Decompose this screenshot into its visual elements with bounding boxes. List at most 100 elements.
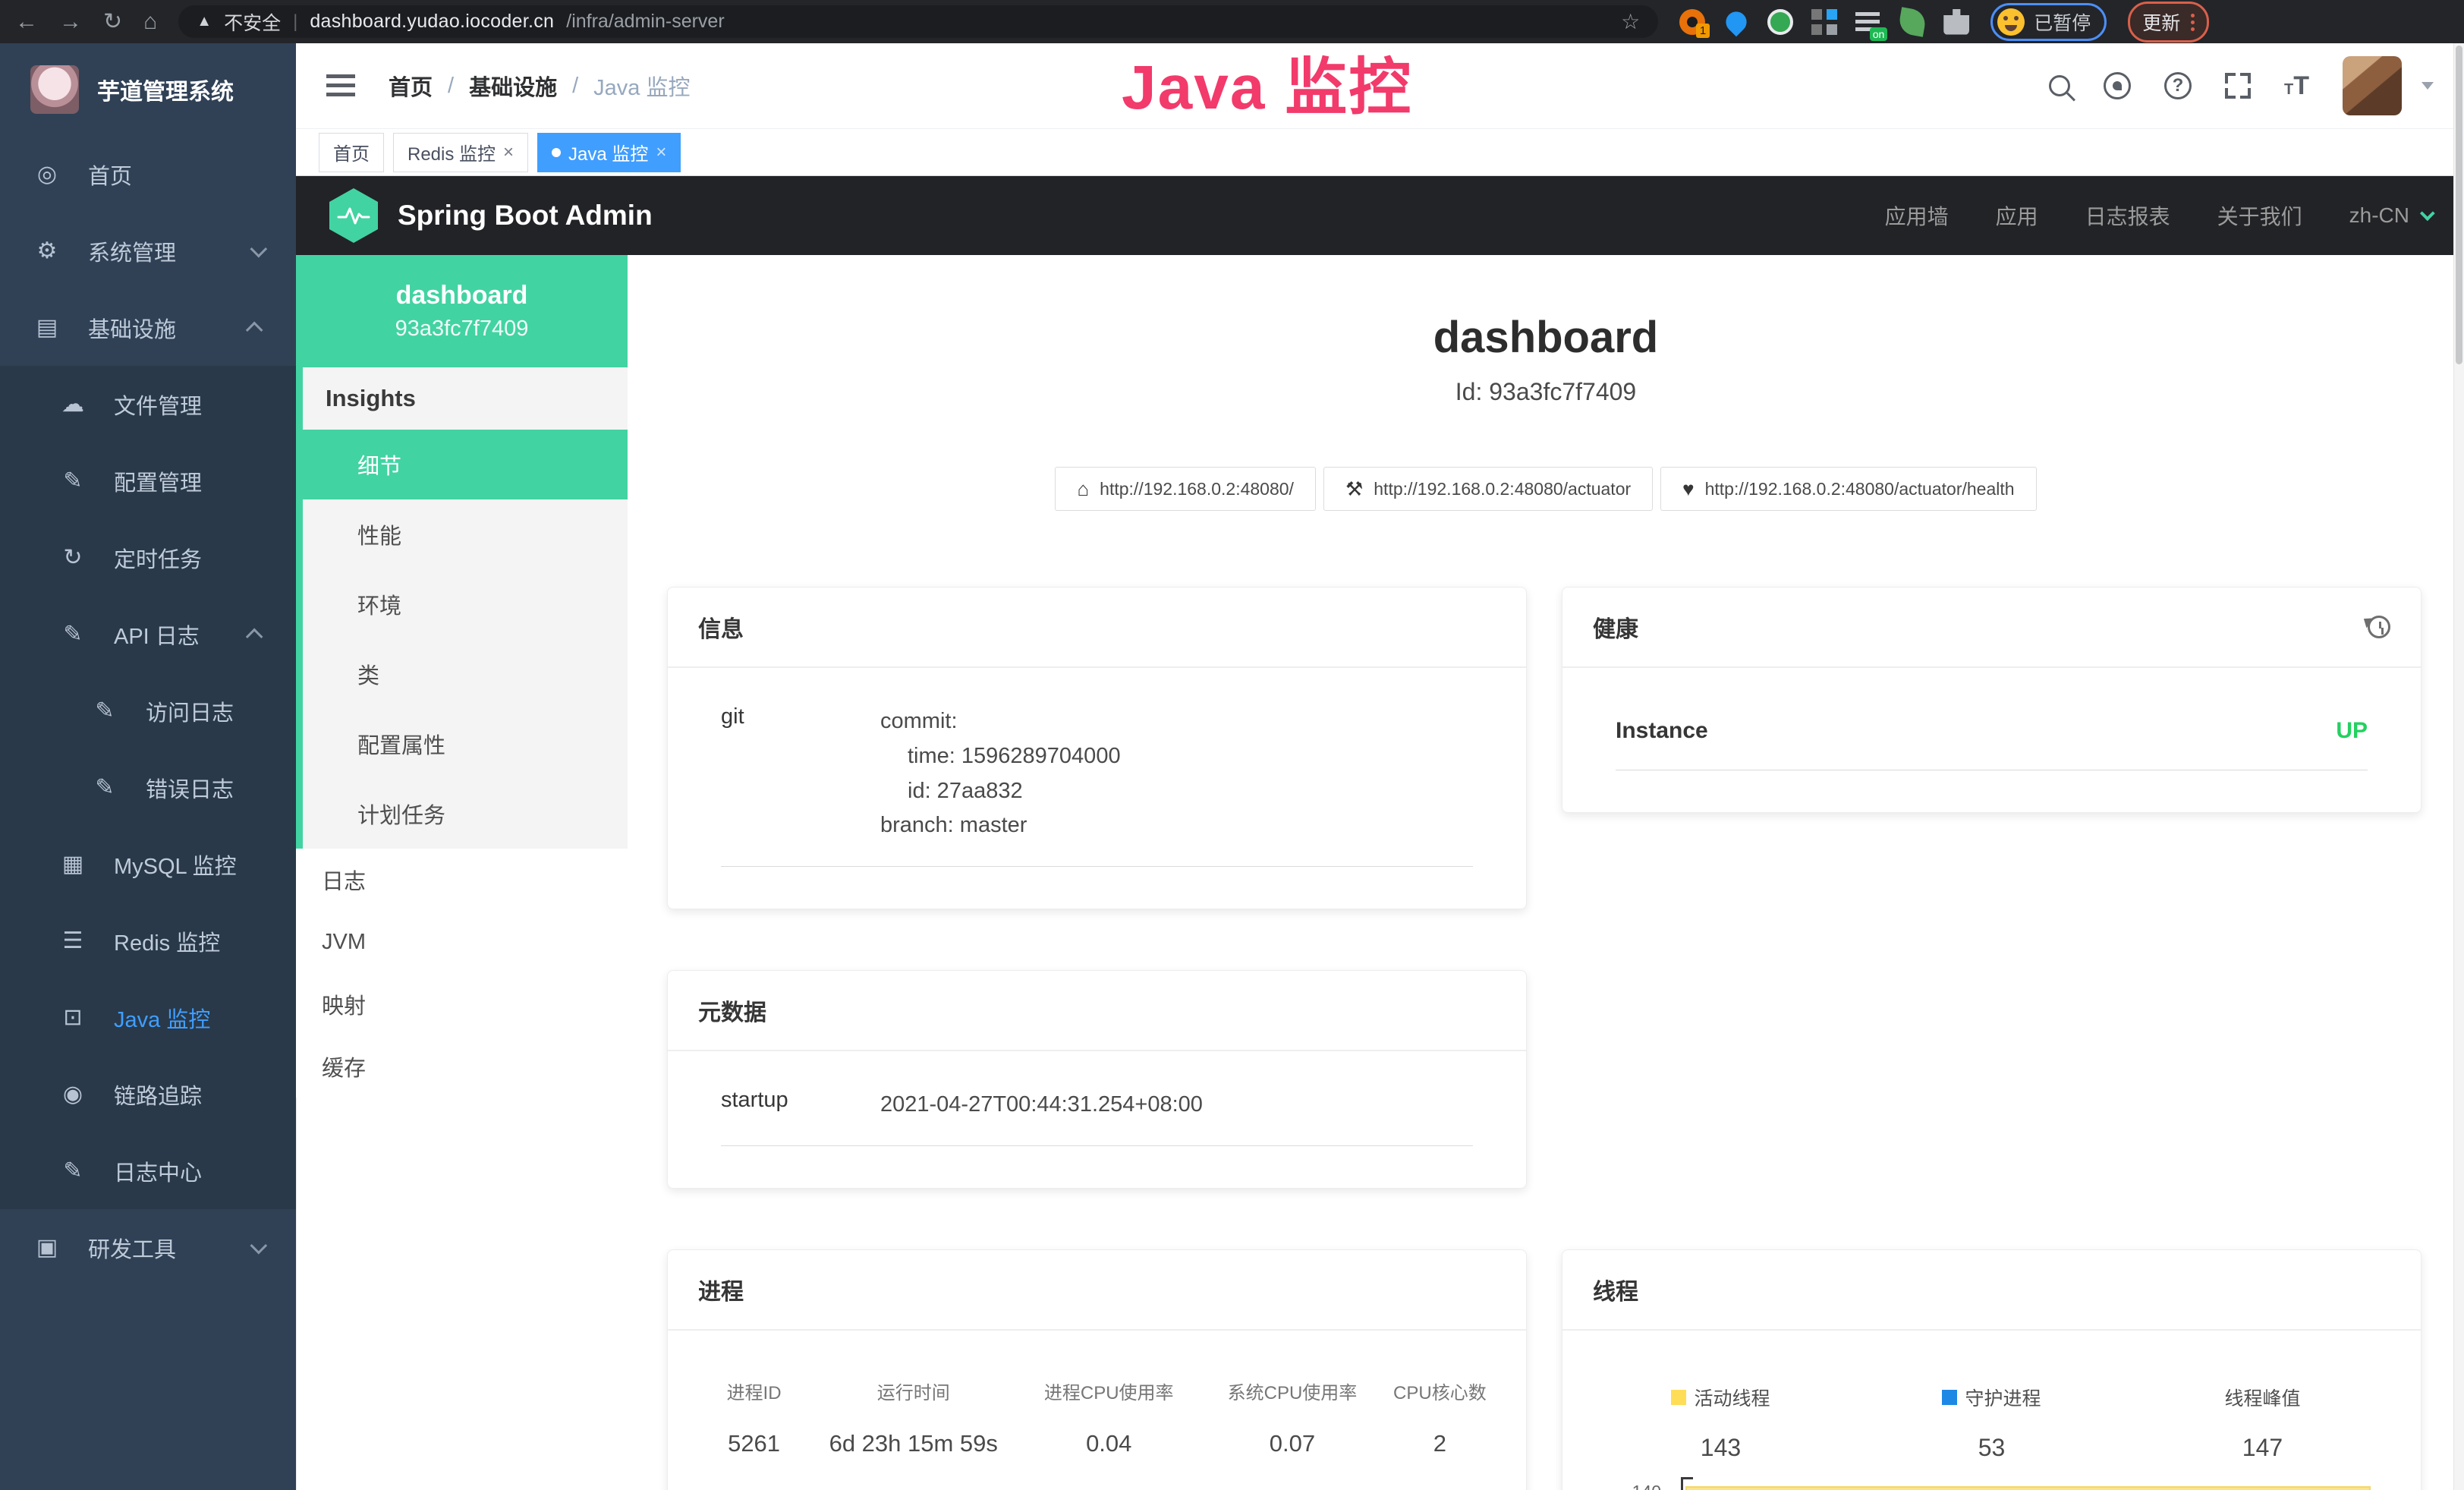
help-icon[interactable]: ? bbox=[2164, 72, 2192, 99]
reload-icon[interactable]: ↻ bbox=[103, 11, 122, 33]
log-icon: ✎ bbox=[56, 1158, 90, 1184]
sba-nav-wallboard[interactable]: 应用墙 bbox=[1885, 200, 1949, 231]
health-instance-row[interactable]: Instance UP bbox=[1616, 704, 2368, 770]
gear-icon: ⚙ bbox=[30, 238, 64, 264]
log-icon: ✎ bbox=[88, 698, 121, 724]
forward-icon[interactable]: → bbox=[59, 11, 82, 33]
peak-threads-value: 147 bbox=[2127, 1434, 2398, 1462]
sidebar-item-scheduled-tasks[interactable]: ↻ 定时任务 bbox=[0, 519, 296, 596]
sidebar-item-files[interactable]: ☁ 文件管理 bbox=[0, 366, 296, 443]
sba-item-environment[interactable]: 环境 bbox=[303, 569, 628, 639]
sba-item-config-props[interactable]: 配置属性 bbox=[303, 709, 628, 779]
sidebar-item-error-logs[interactable]: ✎ 错误日志 bbox=[0, 749, 296, 826]
sba-nav: 应用墙 应用 日志报表 关于我们 zh-CN bbox=[1885, 200, 2431, 231]
history-icon[interactable] bbox=[2368, 616, 2390, 638]
home-icon[interactable]: ⌂ bbox=[143, 11, 157, 33]
sidebar-item-tracing[interactable]: ◉ 链路追踪 bbox=[0, 1056, 296, 1132]
home-icon: ⌂ bbox=[1077, 477, 1089, 501]
breadcrumb-home[interactable]: 首页 bbox=[389, 70, 433, 102]
chevron-up-icon bbox=[246, 628, 263, 645]
user-caret-icon[interactable] bbox=[2422, 82, 2434, 90]
sidebar-item-java-monitor[interactable]: ⊡ Java 监控 bbox=[0, 979, 296, 1056]
sba-item-logs[interactable]: 日志 bbox=[296, 849, 628, 911]
browser-toolbar: ← → ↻ ⌂ ▲ 不安全 | dashboard.yudao.iocoder.… bbox=[0, 0, 2464, 43]
sidebar-item-access-logs[interactable]: ✎ 访问日志 bbox=[0, 673, 296, 749]
sba-header: Spring Boot Admin 应用墙 应用 日志报表 关于我们 zh-CN bbox=[296, 176, 2464, 255]
sidebar-item-redis-monitor[interactable]: ☰ Redis 监控 bbox=[0, 903, 296, 979]
browser-profile-chip[interactable]: 已暂停 bbox=[1990, 3, 2107, 41]
sba-nav-journal[interactable]: 日志报表 bbox=[2085, 200, 2170, 231]
sidebar-item-home[interactable]: ◎ 首页 bbox=[0, 136, 296, 213]
sidebar-item-config[interactable]: ✎ 配置管理 bbox=[0, 443, 296, 519]
puzzle-icon[interactable] bbox=[1943, 9, 1969, 35]
sidebar-item-dev-tools[interactable]: ▣ 研发工具 bbox=[0, 1209, 296, 1286]
instance-name: dashboard bbox=[396, 281, 528, 310]
search-icon[interactable] bbox=[2049, 75, 2070, 96]
url-host: dashboard.yudao.iocoder.cn bbox=[310, 11, 554, 33]
daemon-threads-value: 53 bbox=[1856, 1434, 2127, 1462]
service-url-button[interactable]: ⌂ http://192.168.0.2:48080/ bbox=[1055, 467, 1316, 511]
close-icon[interactable]: × bbox=[503, 143, 514, 162]
hamburger-icon[interactable] bbox=[326, 74, 355, 97]
metadata-card-title: 元数据 bbox=[698, 994, 766, 1027]
user-avatar[interactable] bbox=[2343, 56, 2402, 115]
extension-switch-icon[interactable]: on bbox=[1855, 9, 1881, 35]
browser-menu-icon[interactable] bbox=[2191, 14, 2195, 17]
sba-item-metrics[interactable]: 性能 bbox=[303, 499, 628, 569]
process-table: 进程ID 运行时间 进程CPU使用率 系统CPU使用率 CPU核心数 5261 … bbox=[698, 1369, 1496, 1462]
security-label: 不安全 bbox=[224, 8, 281, 36]
sidebar-item-api-logs[interactable]: ✎ API 日志 bbox=[0, 596, 296, 673]
url-path: /infra/admin-server bbox=[566, 11, 724, 33]
font-size-icon[interactable]: TT bbox=[2284, 73, 2309, 99]
health-url-button[interactable]: ♥ http://192.168.0.2:48080/actuator/heal… bbox=[1660, 467, 2036, 511]
live-threads-area bbox=[1685, 1486, 2371, 1490]
chevron-down-icon bbox=[250, 240, 268, 257]
app-title: 芋道管理系统 bbox=[97, 73, 234, 106]
fullscreen-icon[interactable] bbox=[2225, 73, 2251, 99]
sba-item-classes[interactable]: 类 bbox=[303, 639, 628, 709]
address-bar[interactable]: ▲ 不安全 | dashboard.yudao.iocoder.cn /infr… bbox=[178, 5, 1658, 38]
sidebar-item-mysql-monitor[interactable]: ▦ MySQL 监控 bbox=[0, 826, 296, 903]
scrollbar-thumb[interactable] bbox=[2456, 46, 2462, 364]
main-sidebar: 芋道管理系统 ◎ 首页 ⚙ 系统管理 ▤ 基础设施 ☁ 文件管理 ✎ bbox=[0, 43, 296, 1490]
sba-nav-about[interactable]: 关于我们 bbox=[2217, 200, 2302, 231]
app-logo bbox=[30, 65, 79, 114]
sba-item-jvm[interactable]: JVM bbox=[296, 911, 628, 973]
sba-main: dashboard Id: 93a3fc7f7409 ⌂ http://192.… bbox=[628, 255, 2464, 1490]
info-git-row: git commit: time: 1596289704000 id: 27aa… bbox=[721, 704, 1473, 867]
sidebar-item-log-center[interactable]: ✎ 日志中心 bbox=[0, 1132, 296, 1209]
locale-selector[interactable]: zh-CN bbox=[2349, 203, 2431, 228]
extension-leaf-icon[interactable] bbox=[1898, 7, 1927, 36]
threads-chart: 140 120 100 bbox=[1585, 1477, 2398, 1490]
sba-item-scheduled[interactable]: 计划任务 bbox=[303, 779, 628, 849]
breadcrumb-infrastructure[interactable]: 基础设施 bbox=[469, 70, 557, 102]
wrench-icon: ⚒ bbox=[1345, 477, 1363, 501]
extension-grid-icon[interactable] bbox=[1811, 9, 1837, 35]
extension-pin-icon[interactable] bbox=[1722, 7, 1751, 36]
tab-redis-monitor[interactable]: Redis 监控 × bbox=[393, 133, 528, 172]
extension-orange-icon[interactable]: 1 bbox=[1679, 9, 1705, 35]
actuator-url-button[interactable]: ⚒ http://192.168.0.2:48080/actuator bbox=[1323, 467, 1653, 511]
sidebar-item-infrastructure[interactable]: ▤ 基础设施 bbox=[0, 289, 296, 366]
sba-item-caches[interactable]: 缓存 bbox=[296, 1035, 628, 1098]
extension-green-icon[interactable] bbox=[1767, 9, 1793, 35]
log-icon: ✎ bbox=[88, 774, 121, 801]
legend-daemon-threads: 守护进程 53 bbox=[1856, 1384, 2127, 1462]
process-uptime: 6d 23h 15m 59s bbox=[810, 1430, 1017, 1457]
legend-swatch-yellow bbox=[1671, 1390, 1686, 1405]
process-col-syscpu: 系统CPU使用率 bbox=[1201, 1378, 1384, 1404]
bookmark-star-icon[interactable]: ☆ bbox=[1621, 9, 1640, 34]
github-icon[interactable] bbox=[2104, 72, 2131, 99]
sba-nav-applications[interactable]: 应用 bbox=[1996, 200, 2038, 231]
back-icon[interactable]: ← bbox=[15, 11, 38, 33]
status-badge: UP bbox=[2336, 718, 2368, 744]
browser-update-button[interactable]: 更新 bbox=[2128, 2, 2209, 43]
tab-java-monitor[interactable]: Java 监控 × bbox=[537, 133, 681, 172]
chevron-down-icon bbox=[250, 1236, 268, 1254]
sidebar-item-system[interactable]: ⚙ 系统管理 bbox=[0, 213, 296, 289]
tab-home[interactable]: 首页 bbox=[319, 133, 384, 172]
page-scrollbar[interactable] bbox=[2453, 43, 2464, 1490]
close-icon[interactable]: × bbox=[656, 143, 666, 162]
sba-item-details[interactable]: 细节 bbox=[303, 430, 628, 499]
sba-item-mappings[interactable]: 映射 bbox=[296, 973, 628, 1035]
